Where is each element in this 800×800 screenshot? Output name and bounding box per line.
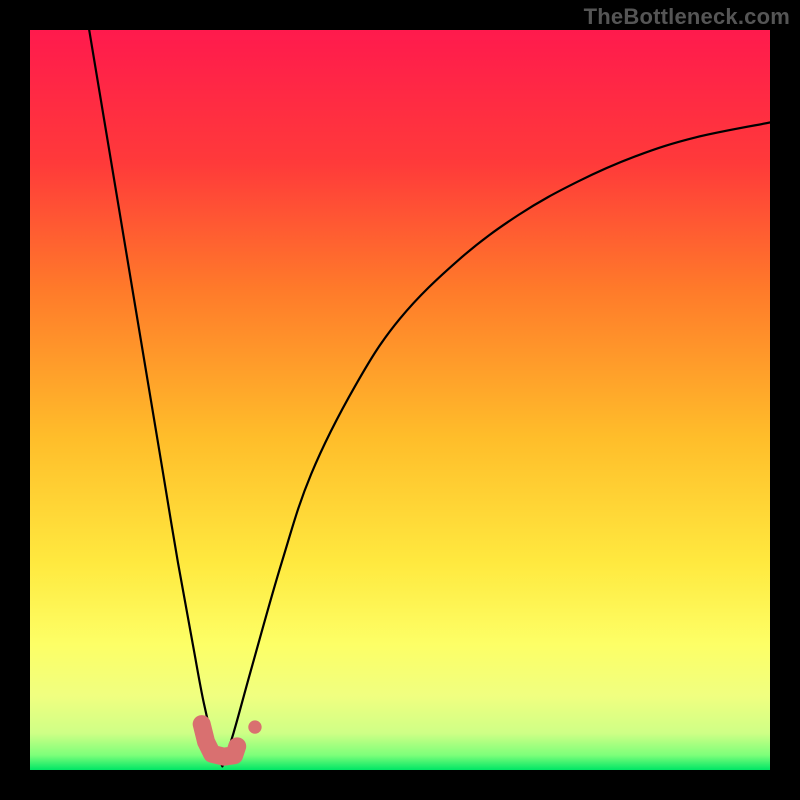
plot-area	[30, 30, 770, 770]
marker-small-dot	[248, 720, 261, 733]
chart-frame: TheBottleneck.com	[0, 0, 800, 800]
gradient-background	[30, 30, 770, 770]
watermark-text: TheBottleneck.com	[584, 4, 790, 30]
chart-svg	[30, 30, 770, 770]
